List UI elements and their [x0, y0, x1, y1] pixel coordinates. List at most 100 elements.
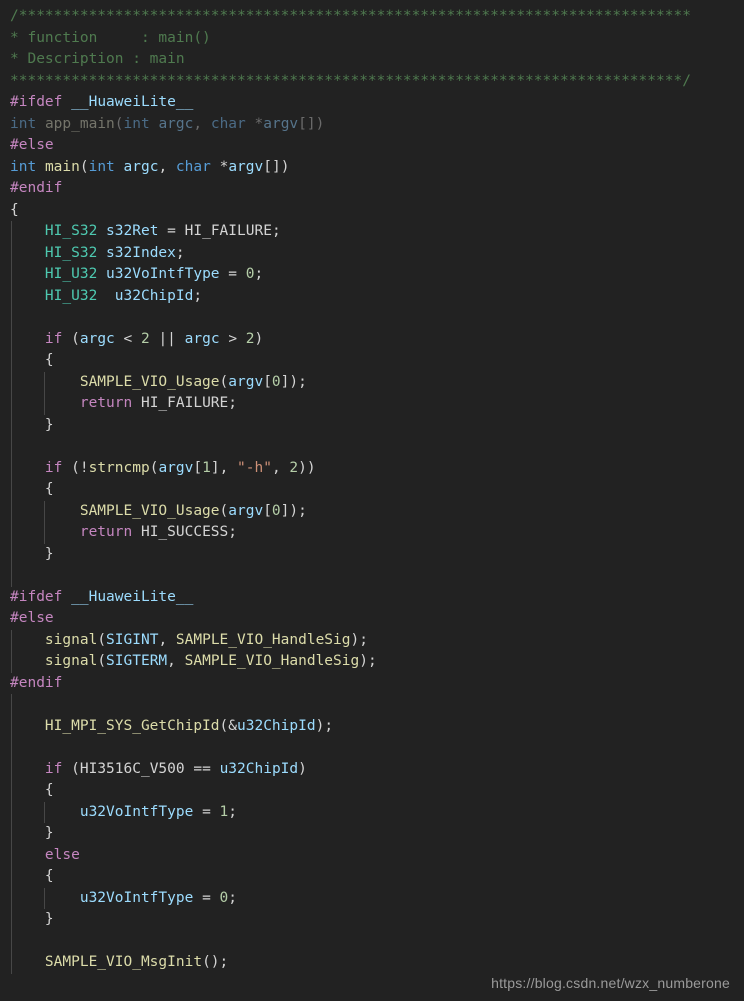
code-line-blank[interactable] [0, 737, 744, 759]
code-line[interactable]: { [0, 200, 744, 222]
code-line[interactable]: HI_S32 s32Ret = HI_FAILURE; [0, 221, 744, 243]
variable-token: u32ChipId [114, 287, 194, 304]
code-line-blank[interactable] [0, 565, 744, 587]
code-line[interactable]: HI_U32 u32VoIntfType = 0; [0, 264, 744, 286]
code-line[interactable]: return HI_SUCCESS; [0, 522, 744, 544]
variable-token: s32Index [106, 244, 176, 261]
code-line[interactable]: SAMPLE_VIO_MsgInit(); [0, 952, 744, 974]
semicolon: ; [193, 287, 203, 304]
keyword-if: if [44, 760, 63, 777]
code-line-blank[interactable] [0, 436, 744, 458]
code-line[interactable]: #endif [0, 178, 744, 200]
brace-close: } [44, 416, 54, 433]
type-token: HI_U32 [44, 287, 98, 304]
keyword-token: int [10, 115, 37, 132]
brackets: []) [263, 158, 290, 175]
code-line[interactable]: if (argc < 2 || argc > 2) [0, 328, 744, 350]
code-line[interactable]: { [0, 780, 744, 802]
code-line[interactable]: { [0, 866, 744, 888]
code-line[interactable]: SAMPLE_VIO_Usage(argv[0]); [0, 500, 744, 522]
code-line[interactable]: #else [0, 608, 744, 630]
code-line[interactable]: #endif [0, 673, 744, 695]
code-line[interactable]: HI_MPI_SYS_GetChipId(&u32ChipId); [0, 715, 744, 737]
code-line[interactable]: u32VoIntfType = 0; [0, 887, 744, 909]
indent-guide [44, 801, 45, 823]
indent-guide [11, 694, 12, 716]
keyword-if: if [44, 330, 63, 347]
brace-open: { [44, 481, 54, 497]
code-line[interactable]: signal(SIGINT, SAMPLE_VIO_HandleSig); [0, 629, 744, 651]
code-line[interactable]: * function : main() [0, 28, 744, 50]
code-line[interactable]: else [0, 844, 744, 866]
code-line[interactable]: } [0, 823, 744, 845]
comma: , [167, 653, 176, 669]
code-line[interactable]: } [0, 543, 744, 565]
brace-open: { [44, 782, 54, 798]
address-of-operator: & [228, 717, 237, 734]
code-line[interactable]: HI_U32 u32ChipId; [0, 285, 744, 307]
indent-guide [44, 500, 45, 522]
code-line[interactable]: u32VoIntfType = 1; [0, 801, 744, 823]
semicolon: ; [254, 266, 264, 282]
function-token: signal [44, 653, 98, 669]
code-line[interactable]: signal(SIGTERM, SAMPLE_VIO_HandleSig); [0, 651, 744, 673]
paren: ) [298, 760, 307, 777]
paren: ) [254, 330, 264, 347]
code-line[interactable]: { [0, 350, 744, 372]
code-line[interactable]: int main(int argc, char *argv[]) [0, 157, 744, 179]
code-line[interactable]: #ifdef __HuaweiLite__ [0, 92, 744, 114]
semicolon: ; [298, 373, 307, 390]
keyword-return: return [79, 395, 133, 411]
macro-token: __HuaweiLite__ [71, 94, 194, 110]
code-line-inactive[interactable]: int app_main(int argc, char *argv[]) [0, 114, 744, 136]
variable-token: argc [184, 330, 220, 347]
indent-guide [11, 242, 12, 264]
code-line[interactable]: return HI_FAILURE; [0, 393, 744, 415]
number-token: 1 [202, 459, 211, 476]
paren: ( [97, 653, 107, 669]
code-line[interactable]: #ifdef __HuaweiLite__ [0, 587, 744, 609]
keyword-if: if [44, 459, 63, 476]
code-line[interactable]: { [0, 479, 744, 501]
indent-guide [11, 285, 12, 307]
code-line[interactable]: ****************************************… [0, 71, 744, 93]
watermark-url: https://blog.csdn.net/wzx_numberone [491, 975, 730, 991]
semicolon: ; [298, 502, 307, 519]
paren: ) [359, 653, 368, 669]
parameter-token: argv [263, 115, 299, 132]
comment-token: * function : main() [10, 29, 211, 46]
code-line[interactable]: if (HI3516C_V500 == u32ChipId) [0, 758, 744, 780]
code-line[interactable]: } [0, 909, 744, 931]
type-token: HI_U32 [44, 266, 98, 282]
code-line[interactable]: #else [0, 135, 744, 157]
code-line[interactable]: if (!strncmp(argv[1], "-h", 2)) [0, 457, 744, 479]
code-line[interactable]: SAMPLE_VIO_Usage(argv[0]); [0, 371, 744, 393]
code-line[interactable]: HI_S32 s32Index; [0, 242, 744, 264]
code-line-blank[interactable] [0, 694, 744, 716]
function-token: signal [44, 631, 98, 648]
paren: ( [219, 373, 229, 390]
code-line-blank[interactable] [0, 307, 744, 329]
code-line[interactable]: } [0, 414, 744, 436]
code-line-blank[interactable] [0, 930, 744, 952]
variable-token: u32VoIntfType [106, 266, 220, 282]
code-line[interactable]: * Description : main [0, 49, 744, 71]
code-editor-pane[interactable]: /***************************************… [0, 0, 744, 1001]
code-line[interactable]: /***************************************… [0, 6, 744, 28]
constant-token: HI_FAILURE [140, 395, 229, 411]
variable-token: u32ChipId [237, 717, 316, 734]
